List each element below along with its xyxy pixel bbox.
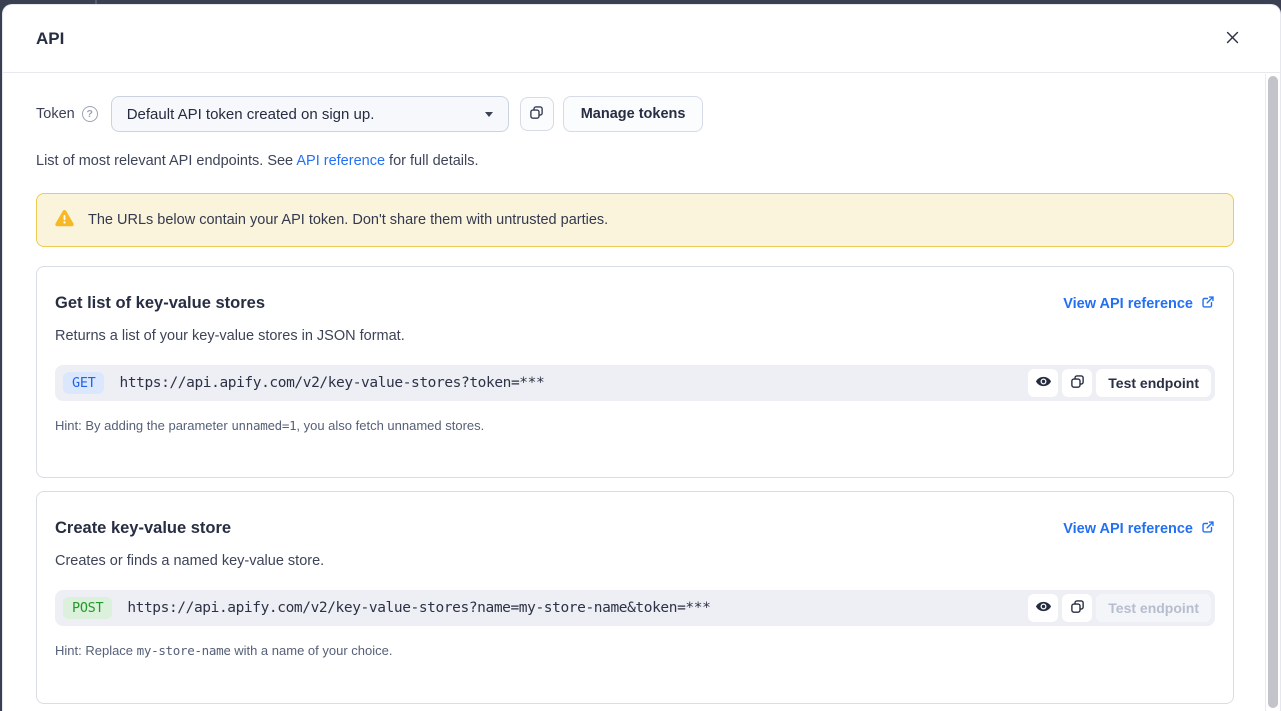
method-badge: POST	[63, 597, 112, 619]
copy-icon	[1070, 599, 1085, 617]
endpoint-bar: GET https://api.apify.com/v2/key-value-s…	[55, 365, 1215, 401]
chevron-down-icon	[485, 112, 493, 117]
view-api-reference-label: View API reference	[1063, 521, 1193, 537]
card-header: Create key-value store View API referenc…	[55, 519, 1215, 538]
card-header: Get list of key-value stores View API re…	[55, 294, 1215, 313]
endpoint-card-get-list: Get list of key-value stores View API re…	[36, 266, 1234, 478]
method-badge: GET	[63, 372, 104, 394]
help-icon[interactable]: ?	[82, 106, 98, 122]
token-select[interactable]: Default API token created on sign up.	[111, 96, 509, 132]
api-dialog: API Token ? Default API token created on…	[2, 4, 1281, 711]
view-api-reference-label: View API reference	[1063, 296, 1193, 312]
copy-url-button[interactable]	[1062, 369, 1092, 397]
card-title: Create key-value store	[55, 519, 231, 538]
token-row: Token ? Default API token created on sig…	[36, 96, 1234, 132]
manage-tokens-button[interactable]: Manage tokens	[563, 96, 704, 132]
hint-text: Hint: By adding the parameter unnamed=1,…	[55, 418, 1215, 433]
scrollbar-track[interactable]	[1265, 74, 1280, 711]
hint-after: , you also fetch unnamed stores.	[296, 418, 484, 433]
copy-url-button[interactable]	[1062, 594, 1092, 622]
external-link-icon	[1201, 520, 1215, 538]
hint-after: with a name of your choice.	[231, 643, 393, 658]
close-icon	[1224, 29, 1241, 49]
endpoint-card-create-store: Create key-value store View API referenc…	[36, 491, 1234, 704]
card-title: Get list of key-value stores	[55, 294, 265, 313]
view-api-reference-link[interactable]: View API reference	[1063, 295, 1215, 313]
warning-banner: The URLs below contain your API token. D…	[36, 193, 1234, 247]
endpoint-actions: Test endpoint	[1028, 369, 1211, 397]
copy-icon	[1070, 374, 1085, 392]
endpoint-bar: POST https://api.apify.com/v2/key-value-…	[55, 590, 1215, 626]
card-description: Returns a list of your key-value stores …	[55, 328, 1215, 344]
hint-before: Hint: By adding the parameter	[55, 418, 231, 433]
copy-token-button[interactable]	[520, 97, 554, 131]
card-description: Creates or finds a named key-value store…	[55, 553, 1215, 569]
warning-icon	[54, 208, 88, 233]
hint-code: my-store-name	[137, 643, 231, 658]
hint-text: Hint: Replace my-store-name with a name …	[55, 643, 1215, 658]
dialog-body: Token ? Default API token created on sig…	[3, 73, 1280, 710]
warning-text: The URLs below contain your API token. D…	[88, 212, 608, 228]
eye-icon	[1035, 598, 1052, 618]
scrollbar-thumb[interactable]	[1268, 76, 1278, 708]
token-label: Token	[36, 106, 75, 122]
endpoint-url: https://api.apify.com/v2/key-value-store…	[119, 375, 544, 391]
external-link-icon	[1201, 295, 1215, 313]
endpoint-url: https://api.apify.com/v2/key-value-store…	[127, 600, 710, 616]
endpoint-actions: Test endpoint	[1028, 594, 1211, 622]
api-reference-link[interactable]: API reference	[296, 153, 385, 169]
page-title: API	[36, 29, 64, 49]
intro-text-after: for full details.	[385, 153, 479, 169]
view-api-reference-link[interactable]: View API reference	[1063, 520, 1215, 538]
token-select-value: Default API token created on sign up.	[127, 106, 375, 123]
test-endpoint-button[interactable]: Test endpoint	[1096, 594, 1211, 622]
dialog-header: API	[3, 5, 1280, 73]
hint-code: unnamed=1	[231, 418, 296, 433]
close-button[interactable]	[1220, 27, 1244, 51]
hint-before: Hint: Replace	[55, 643, 137, 658]
eye-icon	[1035, 373, 1052, 393]
copy-icon	[529, 105, 544, 123]
intro-text-before: List of most relevant API endpoints. See	[36, 153, 296, 169]
intro-text: List of most relevant API endpoints. See…	[36, 153, 1234, 169]
reveal-token-button[interactable]	[1028, 594, 1058, 622]
reveal-token-button[interactable]	[1028, 369, 1058, 397]
test-endpoint-button[interactable]: Test endpoint	[1096, 369, 1211, 397]
